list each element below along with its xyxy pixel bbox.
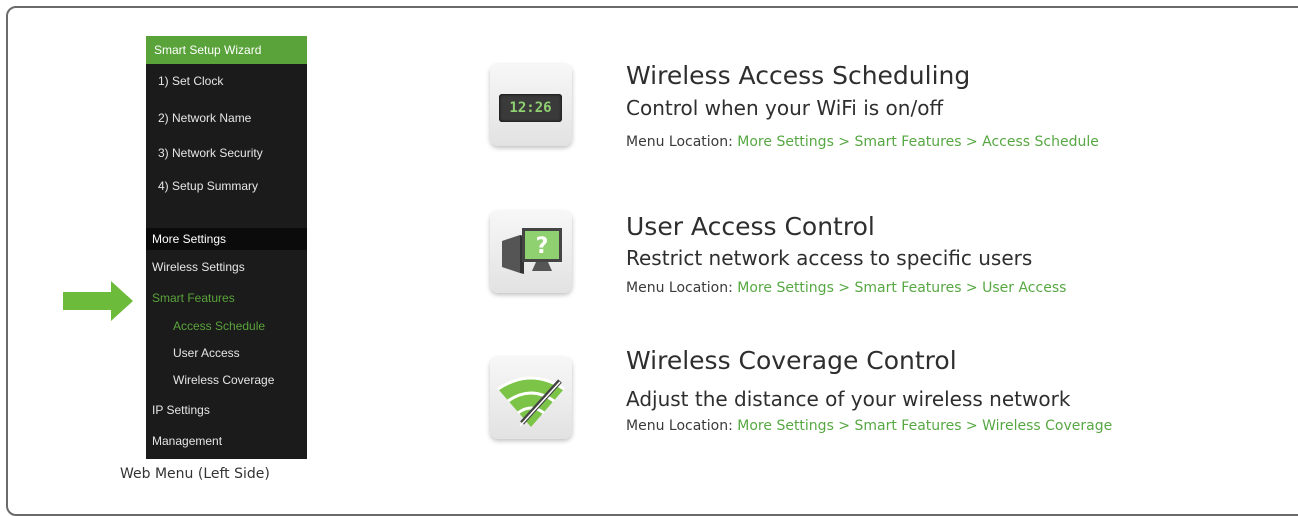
svg-text:?: ? <box>536 234 549 259</box>
menu-item-access-schedule[interactable]: Access Schedule <box>173 319 265 333</box>
menu-item-wireless-coverage[interactable]: Wireless Coverage <box>173 373 274 387</box>
feature-title-scheduling: Wireless Access Scheduling <box>626 61 971 90</box>
location-path-user-access[interactable]: More Settings > Smart Features > User Ac… <box>737 280 1066 296</box>
feature-title-user-access: User Access Control <box>626 212 875 241</box>
menu-item-smart-features[interactable]: Smart Features <box>152 291 235 305</box>
menu-item-ip-settings[interactable]: IP Settings <box>152 403 210 417</box>
menu-item-user-access[interactable]: User Access <box>173 346 240 360</box>
menu-item-network-security[interactable]: 3) Network Security <box>158 146 263 160</box>
web-menu: Smart Setup Wizard 1) Set Clock 2) Netwo… <box>146 36 307 459</box>
feature-subtitle-user-access: Restrict network access to specific user… <box>626 246 1033 270</box>
computer-question-icon: ? <box>502 228 562 274</box>
feature-location-scheduling: Menu Location: More Settings > Smart Fea… <box>626 134 1099 150</box>
location-label: Menu Location: <box>626 280 738 296</box>
location-path-wireless-coverage[interactable]: More Settings > Smart Features > Wireles… <box>737 418 1112 434</box>
menu-caption: Web Menu (Left Side) <box>120 466 270 482</box>
feature-subtitle-coverage: Adjust the distance of your wireless net… <box>626 387 1071 411</box>
feature-tile-scheduling: 12:26 <box>490 64 572 146</box>
menu-header-smart-setup-wizard[interactable]: Smart Setup Wizard <box>146 36 307 64</box>
feature-subtitle-scheduling: Control when your WiFi is on/off <box>626 96 944 120</box>
menu-item-network-name[interactable]: 2) Network Name <box>158 111 251 125</box>
feature-location-user-access: Menu Location: More Settings > Smart Fea… <box>626 280 1066 296</box>
feature-tile-user-access: ? <box>490 211 572 293</box>
location-label: Menu Location: <box>626 418 738 434</box>
wifi-coverage-icon <box>497 376 565 427</box>
menu-item-setup-summary[interactable]: 4) Setup Summary <box>158 179 258 193</box>
location-path-access-schedule[interactable]: More Settings > Smart Features > Access … <box>737 134 1099 150</box>
feature-tile-coverage <box>490 357 572 439</box>
feature-location-coverage: Menu Location: More Settings > Smart Fea… <box>626 418 1112 434</box>
menu-item-wireless-settings[interactable]: Wireless Settings <box>152 260 245 274</box>
menu-item-set-clock[interactable]: 1) Set Clock <box>158 74 223 88</box>
location-label: Menu Location: <box>626 134 738 150</box>
feature-title-coverage: Wireless Coverage Control <box>626 346 957 375</box>
menu-item-management[interactable]: Management <box>152 434 222 448</box>
menu-header-more-settings[interactable]: More Settings <box>146 228 307 250</box>
arrow-right-icon <box>63 281 133 321</box>
clock-icon: 12:26 <box>499 94 562 122</box>
